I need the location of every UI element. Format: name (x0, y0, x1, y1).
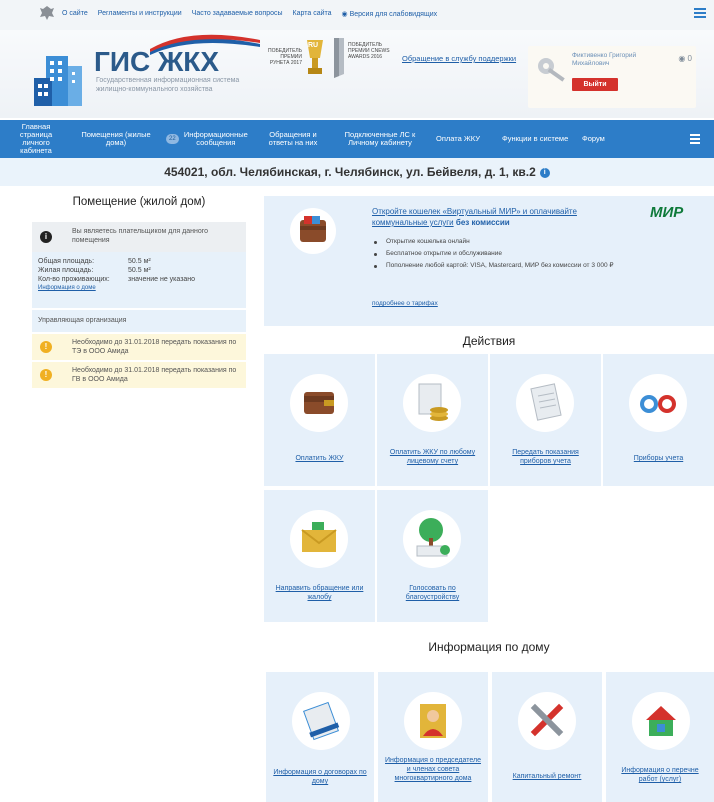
tools-icon (518, 692, 576, 750)
warning-icon: ! (40, 341, 52, 353)
logout-button[interactable]: Выйти (572, 78, 618, 91)
top-menu-icon[interactable] (694, 8, 706, 18)
premise-address: 454021, обл. Челябинская, г. Челябинск, … (0, 158, 714, 186)
envelope-icon (290, 510, 348, 568)
promo-title-link[interactable]: Откройте кошелек «Виртуальный МИР» и опл… (372, 206, 622, 228)
warning-heat-readings[interactable]: ! Необходимо до 31.01.2018 передать пока… (32, 334, 246, 360)
nav-premises[interactable]: Помещения (жилые дома) (72, 131, 160, 147)
main-navigation: Главная страница личного кабинета Помеще… (0, 120, 714, 158)
tile-capital-repair[interactable]: Капитальный ремонт (492, 672, 602, 802)
key-icon (538, 58, 565, 82)
info-icon[interactable]: i (539, 167, 550, 178)
house-info-title: Информация по дому (428, 640, 550, 654)
tile-vote-improvement[interactable]: Голосовать по благоустройству (377, 490, 488, 622)
site-logo-subtitle: Государственная информационная система ж… (96, 77, 240, 93)
eye-icon: ◉ (341, 11, 350, 18)
nav-messages[interactable]: 22 Информационные сообщения (160, 131, 256, 147)
tile-pay-utilities[interactable]: Оплатить ЖКУ (264, 354, 375, 486)
payer-notice: i Вы являетесь плательщиком для данного … (32, 222, 246, 252)
premise-stats: Общая площадь: 50.5 м² Жилая площадь: 50.5… (32, 252, 246, 308)
list-item: Бесплатное открытие и обслуживание (372, 250, 632, 258)
nav-functions[interactable]: Функции в системе (496, 135, 576, 143)
house-info-link[interactable]: Информация о доме (38, 285, 96, 291)
document-icon (516, 374, 574, 432)
contracts-icon (292, 692, 350, 750)
accessibility-link[interactable]: ◉ Версия для слабовидящих (342, 10, 438, 18)
info-icon: i (40, 231, 52, 243)
faq-link[interactable]: Часто задаваемые вопросы (192, 10, 283, 18)
user-status-icons[interactable]: ◉ 0 (678, 54, 692, 63)
list-item: Пополнение любой картой: VISA, Mastercar… (372, 262, 632, 270)
nav-main-cabinet[interactable]: Главная страница личного кабинета (0, 123, 72, 155)
tile-pay-any-account[interactable]: Оплатить ЖКУ по любому лицевому счету (377, 354, 488, 486)
top-utility-bar: О сайте Регламенты и инструкции Часто за… (0, 0, 714, 30)
award-cnews: Победитель премии CNEWS AWARDS 2016 (348, 42, 390, 60)
meters-icon (629, 374, 687, 432)
actions-title: Действия (462, 334, 516, 348)
tile-works-list[interactable]: Информация о перечне работ (услуг) (606, 672, 714, 802)
about-link[interactable]: О сайте (62, 10, 88, 18)
promo-features: Открытие кошелька онлайн Бесплатное откр… (372, 238, 632, 274)
mir-wallet-promo: Откройте кошелек «Виртуальный МИР» и опл… (264, 196, 714, 326)
tile-submit-readings[interactable]: Передать показания приборов учета (490, 354, 601, 486)
nav-linked-accounts[interactable]: Подключенные ЛС к Личному кабинету (330, 131, 430, 147)
award-ru-badge: RU (308, 42, 319, 49)
wallet-icon (290, 208, 336, 254)
tariffs-link[interactable]: подробнее о тарифах (372, 300, 438, 307)
person-icon (404, 692, 462, 750)
tile-house-contracts[interactable]: Информация о договорах по дому (266, 672, 374, 802)
management-org: Управляющая организация (32, 310, 246, 332)
list-item: Открытие кошелька онлайн (372, 238, 632, 246)
nav-menu-icon[interactable] (690, 134, 700, 144)
receipt-coins-icon (403, 374, 461, 432)
premise-title: Помещение (жилой дом) (72, 196, 206, 208)
building-logo-icon[interactable] (32, 52, 88, 108)
messages-count-badge: 22 (166, 134, 179, 144)
mir-logo: МИР (650, 204, 684, 221)
nav-payment[interactable]: Оплата ЖКУ (430, 135, 496, 143)
sitemap-link[interactable]: Карта сайта (293, 10, 332, 18)
stat-total-area: Общая площадь: 50.5 м² (38, 258, 151, 265)
award-runet: Победитель премии Рунета 2017 (267, 48, 302, 66)
nav-forum[interactable]: Форум (576, 135, 636, 143)
user-name[interactable]: Фиктивенко Григорий Михайлович (572, 52, 652, 68)
coat-of-arms-icon (40, 6, 54, 20)
site-logo-title[interactable]: ГИС ЖКХ (94, 46, 219, 78)
award-cnews-icon (334, 38, 344, 78)
tile-send-appeal[interactable]: Направить обращение или жалобу (264, 490, 375, 622)
warning-hot-water-readings[interactable]: ! Необходимо до 31.01.2018 передать пока… (32, 362, 246, 388)
warning-icon: ! (40, 369, 52, 381)
tree-ballot-icon (403, 510, 461, 568)
user-panel: Фиктивенко Григорий Михайлович Выйти ◉ 0 (528, 46, 696, 108)
site-header: ГИС ЖКХ Государственная информационная с… (0, 30, 714, 118)
stat-living-area: Жилая площадь: 50.5 м² (38, 267, 151, 274)
house-roller-icon (632, 692, 690, 750)
tile-meters[interactable]: Приборы учета (603, 354, 714, 486)
stat-residents: Кол-во проживающих: значение не указано (38, 276, 196, 283)
wallet-icon (290, 374, 348, 432)
support-link[interactable]: Обращение в службу поддержки (402, 54, 516, 63)
nav-appeals[interactable]: Обращения и ответы на них (256, 131, 330, 147)
tile-house-council[interactable]: Информация о председателе и членах совет… (378, 672, 488, 802)
regulations-link[interactable]: Регламенты и инструкции (98, 10, 182, 18)
